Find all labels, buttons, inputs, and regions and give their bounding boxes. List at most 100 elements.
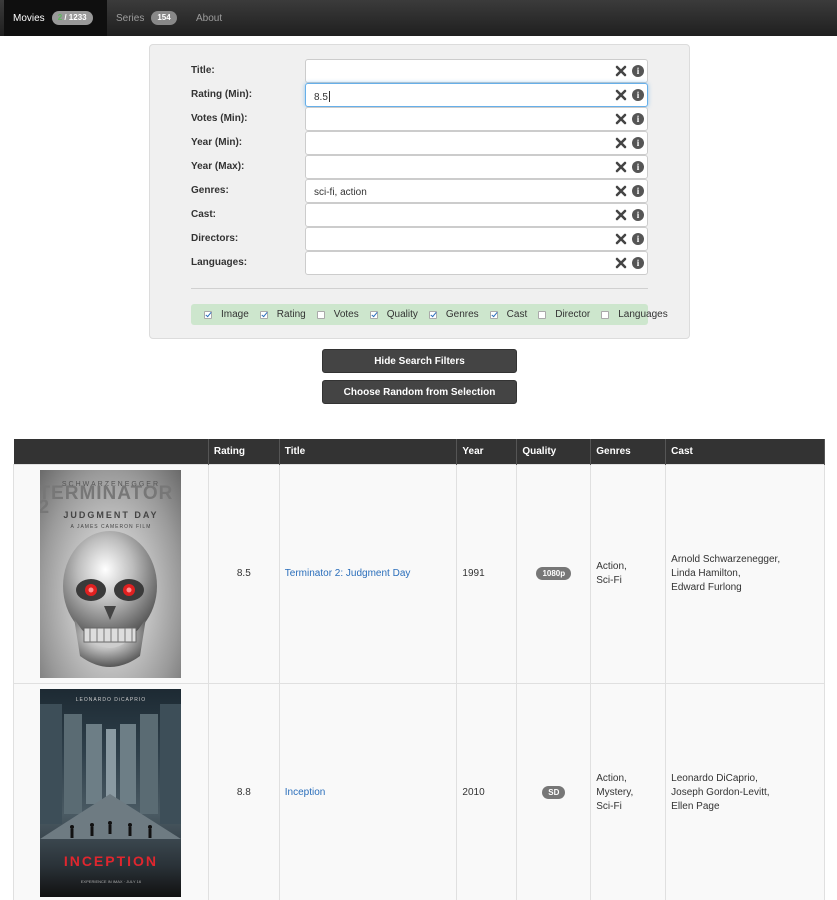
clear-icon[interactable] bbox=[615, 113, 627, 125]
checkbox[interactable] bbox=[259, 310, 268, 319]
votes-min-filter-input[interactable]: i bbox=[305, 107, 648, 131]
rating-min-filter-input[interactable]: 8.5 i bbox=[305, 83, 648, 107]
cast-item: Edward Furlong bbox=[671, 581, 742, 593]
clear-icon[interactable] bbox=[615, 233, 627, 245]
column-header-title[interactable]: Title bbox=[279, 439, 458, 464]
clear-icon[interactable] bbox=[615, 137, 627, 149]
nav-tab-series[interactable]: Series 154 bbox=[107, 0, 187, 36]
city-illustration bbox=[40, 703, 182, 839]
genre-item: Mystery, bbox=[596, 786, 634, 798]
nav-series-label: Series bbox=[116, 12, 145, 24]
column-toggle-quality[interactable]: Quality bbox=[369, 309, 418, 320]
nav-tab-about[interactable]: About bbox=[187, 0, 237, 36]
info-icon[interactable]: i bbox=[632, 257, 644, 269]
hide-search-filters-button[interactable]: Hide Search Filters bbox=[322, 349, 517, 373]
filter-value: sci-fi, action bbox=[314, 187, 367, 198]
checkbox[interactable] bbox=[316, 310, 325, 319]
year-max-filter-input[interactable]: i bbox=[305, 155, 648, 179]
checkbox[interactable] bbox=[489, 310, 498, 319]
cast-item: Ellen Page bbox=[671, 800, 720, 812]
filter-label: Year (Min): bbox=[191, 137, 243, 148]
column-header-year[interactable]: Year bbox=[456, 439, 518, 464]
movies-total-count: / 1233 bbox=[62, 13, 87, 22]
clear-icon[interactable] bbox=[615, 65, 627, 77]
table-row: LEONARDO DiCAPRIO INCEPTION EXPERIENCE I… bbox=[13, 682, 825, 900]
info-icon[interactable]: i bbox=[632, 233, 644, 245]
cast-filter-input[interactable]: i bbox=[305, 203, 648, 227]
title-filter-input[interactable]: i bbox=[305, 59, 648, 83]
filter-label: Title: bbox=[191, 65, 215, 76]
filter-label: Cast: bbox=[191, 209, 217, 220]
clear-icon[interactable] bbox=[615, 161, 627, 173]
info-icon[interactable]: i bbox=[632, 185, 644, 197]
year-cell: 2010 bbox=[456, 682, 518, 900]
filter-row-year-max: Year (Max): i bbox=[150, 155, 689, 179]
cast-item: Leonardo DiCaprio, bbox=[671, 772, 758, 784]
checkbox[interactable] bbox=[204, 310, 212, 319]
info-icon[interactable]: i bbox=[632, 65, 644, 77]
nav-movies-label: Movies bbox=[13, 12, 45, 24]
filter-row-languages: Languages: i bbox=[150, 251, 689, 275]
column-toggle-director[interactable]: Director bbox=[538, 309, 590, 320]
rating-cell: 8.8 bbox=[207, 682, 280, 900]
title-cell: Inception bbox=[278, 682, 458, 900]
skull-illustration bbox=[63, 530, 158, 667]
cast-item: Arnold Schwarzenegger, bbox=[671, 553, 781, 565]
clear-icon[interactable] bbox=[615, 185, 627, 197]
quality-cell: 1080p bbox=[516, 463, 592, 684]
choose-random-button[interactable]: Choose Random from Selection bbox=[322, 380, 517, 404]
checkbox[interactable] bbox=[601, 310, 610, 319]
directors-filter-input[interactable]: i bbox=[305, 227, 648, 251]
info-icon[interactable]: i bbox=[632, 161, 644, 173]
column-header-quality[interactable]: Quality bbox=[516, 439, 592, 464]
languages-filter-input[interactable]: i bbox=[305, 251, 648, 275]
rating-cell: 8.5 bbox=[207, 463, 280, 684]
movies-count-badge: 2 / 1233 bbox=[51, 11, 93, 25]
column-header-genres[interactable]: Genres bbox=[590, 439, 667, 464]
quality-badge: 1080p bbox=[536, 566, 572, 580]
poster-cell: LEONARDO DiCAPRIO INCEPTION EXPERIENCE I… bbox=[13, 682, 209, 900]
checkbox[interactable] bbox=[428, 310, 437, 319]
clear-icon[interactable] bbox=[615, 89, 627, 101]
table-header-row: Rating Title Year Quality Genres Cast bbox=[13, 439, 825, 464]
nav-tab-movies[interactable]: Movies 2 / 1233 bbox=[4, 0, 107, 36]
movie-poster-image[interactable]: LEONARDO DiCAPRIO INCEPTION EXPERIENCE I… bbox=[40, 688, 182, 897]
column-toggle-image[interactable]: Image bbox=[204, 309, 249, 320]
checkbox[interactable] bbox=[369, 310, 378, 319]
year-min-filter-input[interactable]: i bbox=[305, 131, 648, 155]
movie-title-link[interactable]: Terminator 2: Judgment Day bbox=[285, 568, 411, 579]
info-icon[interactable]: i bbox=[632, 113, 644, 125]
genres-cell: Action, Sci-Fi bbox=[590, 463, 667, 684]
text-cursor bbox=[328, 91, 330, 102]
series-count-badge: 154 bbox=[151, 11, 177, 25]
column-header-rating[interactable]: Rating bbox=[208, 439, 280, 464]
column-toggle-languages[interactable]: Languages bbox=[601, 309, 668, 320]
column-toggle-rating[interactable]: Rating bbox=[259, 309, 306, 320]
movie-poster-image[interactable]: SCHWARZENEGGER TERMINATOR 2 JUDGMENT DAY… bbox=[40, 469, 182, 678]
column-header-image[interactable] bbox=[13, 439, 209, 464]
checkbox[interactable] bbox=[538, 310, 547, 319]
filter-row-title: Title: i bbox=[150, 59, 689, 83]
column-toggle-genres[interactable]: Genres bbox=[428, 309, 479, 320]
info-icon[interactable]: i bbox=[632, 89, 644, 101]
filter-row-votes-min: Votes (Min): i bbox=[150, 107, 689, 131]
title-cell: Terminator 2: Judgment Day bbox=[278, 463, 458, 684]
genres-filter-input[interactable]: sci-fi, action i bbox=[305, 179, 648, 203]
info-icon[interactable]: i bbox=[632, 209, 644, 221]
quality-badge: SD bbox=[542, 785, 566, 799]
column-toggle-cast[interactable]: Cast bbox=[489, 309, 527, 320]
genre-item: Action, bbox=[596, 772, 627, 784]
navbar: Movies 2 / 1233 Series 154 About bbox=[0, 0, 837, 36]
nav-about-label: About bbox=[196, 12, 223, 24]
filter-row-directors: Directors: i bbox=[150, 227, 689, 251]
info-icon[interactable]: i bbox=[632, 137, 644, 149]
year-cell: 1991 bbox=[456, 463, 518, 684]
column-header-cast[interactable]: Cast bbox=[665, 439, 825, 464]
clear-icon[interactable] bbox=[615, 257, 627, 269]
movie-title-link[interactable]: Inception bbox=[285, 787, 326, 798]
filter-label: Directors: bbox=[191, 233, 239, 244]
clear-icon[interactable] bbox=[615, 209, 627, 221]
filter-row-genres: Genres: sci-fi, action i bbox=[150, 179, 689, 203]
genres-cell: Action, Mystery, Sci-Fi bbox=[590, 682, 667, 900]
column-toggle-votes[interactable]: Votes bbox=[316, 309, 359, 320]
